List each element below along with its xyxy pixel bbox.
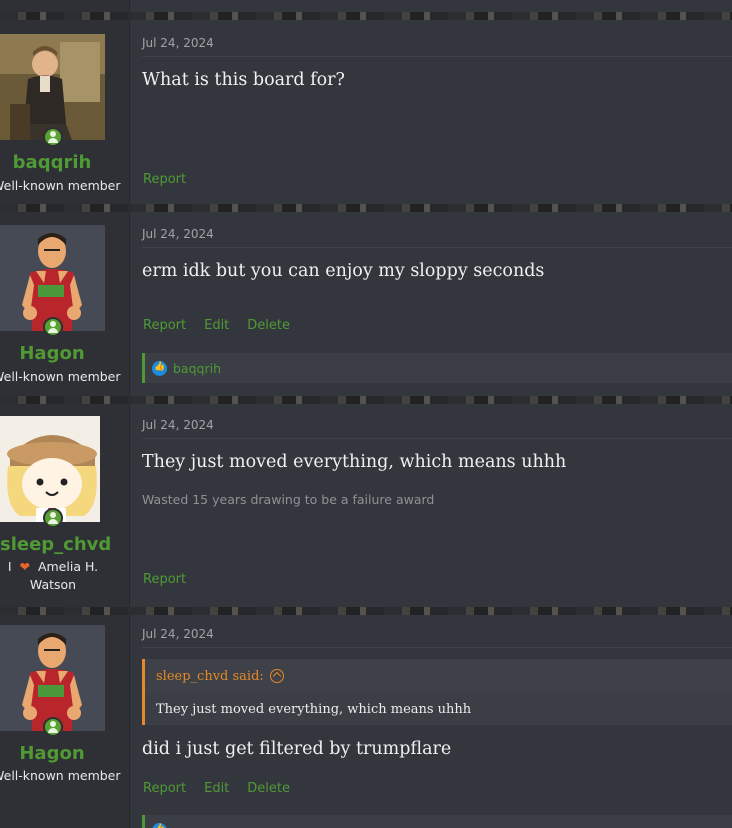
edit-button[interactable]: Edit [204, 781, 229, 796]
online-status-icon [43, 508, 63, 528]
post-content: Jul 24, 2024 What is this board for? Rep… [130, 20, 732, 204]
online-status-icon [43, 317, 63, 337]
user-title: Well-known member [0, 768, 121, 783]
user-title: I ❤ Amelia H. [0, 559, 114, 574]
quote-text: They just moved everything, which means … [156, 702, 472, 717]
post-2: Hagon Well-known member Jul 24, 2024 erm… [0, 212, 732, 396]
avatar[interactable] [0, 416, 105, 522]
user-title: Well-known member [0, 178, 121, 193]
delete-button[interactable]: Delete [247, 318, 290, 333]
post-author: Hagon Well-known member [0, 212, 130, 396]
post-actions: Report Edit Delete [143, 781, 290, 796]
divider [142, 56, 732, 57]
like-icon [152, 822, 167, 828]
post-actions: Report [143, 172, 186, 187]
post-1: baqqrih Well-known member Jul 24, 2024 W… [0, 20, 732, 204]
username[interactable]: baqqrih [0, 152, 104, 173]
post-separator [0, 607, 732, 615]
report-button[interactable]: Report [143, 781, 186, 796]
post-date[interactable]: Jul 24, 2024 [142, 627, 214, 641]
report-button[interactable]: Report [143, 572, 186, 587]
username[interactable]: Hagon [0, 743, 104, 764]
edit-button[interactable]: Edit [204, 318, 229, 333]
post-separator [0, 204, 732, 212]
divider [142, 647, 732, 648]
divider [142, 247, 732, 248]
post-body: They just moved everything, which means … [142, 452, 567, 472]
username[interactable]: sleep_chvd [0, 534, 111, 555]
post-3: sleep_chvd I ❤ Amelia H. Watson Jul 24, … [0, 404, 732, 607]
post-body: erm idk but you can enjoy my sloppy seco… [142, 261, 545, 281]
heart-icon: ❤ [19, 559, 30, 574]
post-content: Jul 24, 2024 They just moved everything,… [130, 404, 732, 607]
post-author: sleep_chvd I ❤ Amelia H. Watson [0, 404, 130, 607]
post-date[interactable]: Jul 24, 2024 [142, 227, 214, 241]
avatar[interactable] [0, 34, 105, 140]
post-body: did i just get filtered by trumpflare [142, 739, 452, 759]
post-content: Jul 24, 2024 sleep_chvd said: They just … [130, 615, 732, 828]
reactions-bar[interactable]: baqqrih [142, 353, 732, 383]
report-button[interactable]: Report [143, 318, 186, 333]
post-separator [0, 12, 732, 20]
username[interactable]: Hagon [0, 343, 104, 364]
user-title-prefix: I [7, 559, 12, 574]
avatar[interactable] [0, 225, 105, 331]
post-date[interactable]: Jul 24, 2024 [142, 36, 214, 50]
quote-block: sleep_chvd said: They just moved everyth… [142, 659, 732, 725]
quote-author[interactable]: sleep_chvd said: [156, 669, 264, 684]
post-content: Jul 24, 2024 erm idk but you can enjoy m… [130, 212, 732, 396]
reaction-users[interactable]: baqqrih [173, 361, 221, 376]
delete-button[interactable]: Delete [247, 781, 290, 796]
post-author: Hagon Well-known member [0, 615, 130, 828]
reactions-bar[interactable] [142, 815, 732, 828]
previous-post-tail [0, 0, 732, 12]
quote-header[interactable]: sleep_chvd said: [145, 659, 732, 693]
online-status-icon [43, 717, 63, 737]
report-button[interactable]: Report [143, 172, 186, 187]
divider [142, 438, 732, 439]
arrow-up-icon[interactable] [269, 669, 284, 683]
post-separator [0, 396, 732, 404]
post-actions: Report [143, 572, 186, 587]
post-body: What is this board for? [142, 70, 345, 90]
post-4: Hagon Well-known member Jul 24, 2024 sle… [0, 615, 732, 828]
user-title-line1: Amelia H. [37, 559, 99, 574]
signature: Wasted 15 years drawing to be a failure … [142, 492, 435, 507]
like-icon [152, 360, 167, 376]
user-title: Well-known member [0, 369, 121, 384]
post-author: baqqrih Well-known member [0, 20, 130, 204]
user-title-line2: Watson [29, 577, 77, 592]
post-actions: Report Edit Delete [143, 318, 290, 333]
avatar[interactable] [0, 625, 105, 731]
online-status-icon [43, 127, 63, 147]
post-date[interactable]: Jul 24, 2024 [142, 418, 214, 432]
